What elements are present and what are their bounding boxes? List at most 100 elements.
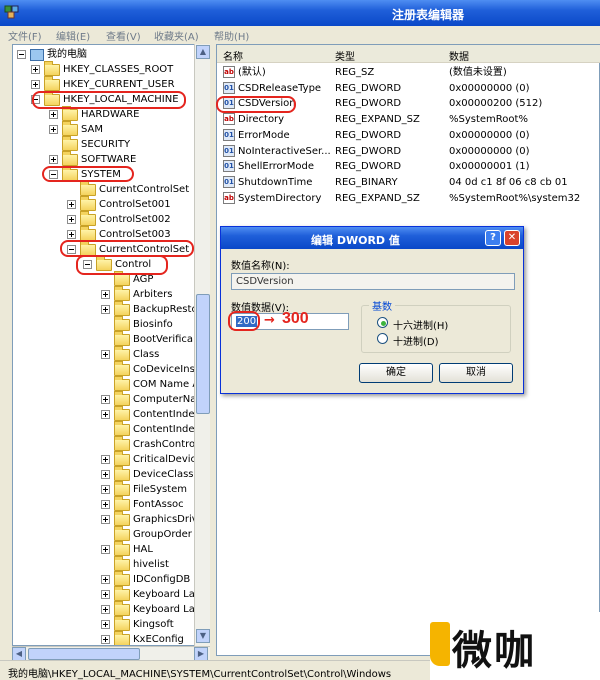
tree-vertical-scrollbar[interactable]: ▲ ▼ <box>194 44 210 646</box>
expand-icon[interactable] <box>31 80 40 89</box>
tree-item[interactable]: Arbiters <box>101 285 172 302</box>
tree-item[interactable]: KxEConfig <box>101 630 184 645</box>
tree-item-label: ContentInde <box>133 409 195 420</box>
tree-item-label: IDConfigDB <box>133 574 191 585</box>
value-row[interactable]: 01 ShellErrorMode REG_DWORD 0x00000001 (1) <box>217 159 600 175</box>
expand-icon[interactable] <box>101 470 110 479</box>
expand-icon[interactable] <box>67 200 76 209</box>
folder-icon <box>62 150 78 166</box>
horizontal-scroll-thumb[interactable] <box>28 648 140 660</box>
expand-icon[interactable] <box>101 410 110 419</box>
string-value-icon: ab <box>223 191 235 204</box>
ok-button[interactable]: 确定 <box>359 363 433 383</box>
tree-item[interactable]: Class <box>101 345 159 362</box>
menu-edit[interactable]: 编辑(E) <box>56 28 90 43</box>
tree-item-label: HAL <box>133 544 153 555</box>
value-type: REG_DWORD <box>335 145 402 157</box>
value-data: %SystemRoot%\system32 <box>449 192 581 204</box>
expand-icon[interactable] <box>49 125 58 134</box>
value-row[interactable]: 01 CSDReleaseType REG_DWORD 0x00000000 (0) <box>217 81 600 97</box>
value-row[interactable]: 01 ErrorMode REG_DWORD 0x00000000 (0) <box>217 128 600 144</box>
expand-icon[interactable] <box>31 65 40 74</box>
expand-icon[interactable] <box>67 215 76 224</box>
tree-item[interactable]: HAL <box>101 540 153 557</box>
folder-icon <box>80 225 96 241</box>
scroll-thumb[interactable] <box>196 294 210 414</box>
tree-item-label: KxEConfig <box>133 634 184 645</box>
expand-icon[interactable] <box>101 290 110 299</box>
expand-icon[interactable] <box>101 635 110 644</box>
expand-icon[interactable] <box>101 485 110 494</box>
tree-horizontal-scrollbar[interactable]: ◀ ▶ <box>12 646 210 661</box>
help-icon[interactable]: ? <box>485 230 501 246</box>
expand-icon[interactable] <box>101 575 110 584</box>
column-header-data[interactable]: 数据 <box>449 48 469 63</box>
expand-icon[interactable] <box>101 305 110 314</box>
value-row[interactable]: ab SystemDirectory REG_EXPAND_SZ %SystemRoo… <box>217 191 600 207</box>
value-name-cell: ab SystemDirectory <box>223 191 321 207</box>
value-row[interactable]: ab Directory REG_EXPAND_SZ %SystemRoot% <box>217 112 600 128</box>
highlight-control <box>76 255 168 275</box>
tree-item-label: ControlSet002 <box>99 214 171 225</box>
folder-icon <box>114 540 130 556</box>
hex-radio-label[interactable]: 十六进制(H) <box>393 317 448 332</box>
expand-icon[interactable] <box>49 110 58 119</box>
value-type: REG_DWORD <box>335 82 402 94</box>
scroll-up-button[interactable]: ▲ <box>196 45 210 59</box>
folder-icon <box>114 375 130 391</box>
expand-icon[interactable] <box>101 545 110 554</box>
expand-icon[interactable] <box>101 605 110 614</box>
menu-file[interactable]: 文件(F) <box>8 28 42 43</box>
collapse-icon[interactable] <box>17 50 26 59</box>
tree-item-label: HARDWARE <box>81 109 140 120</box>
expand-icon[interactable] <box>101 455 110 464</box>
title-bar[interactable]: 注册表编辑器 <box>0 0 600 26</box>
tree-item-label: Biosinfo <box>133 319 173 330</box>
decimal-radio-label[interactable]: 十进制(D) <box>393 333 439 348</box>
folder-icon <box>80 210 96 226</box>
folder-icon <box>114 615 130 631</box>
column-header-name[interactable]: 名称 <box>223 48 243 63</box>
dialog-title: 编辑 DWORD 值 <box>311 234 400 247</box>
cancel-button[interactable]: 取消 <box>439 363 513 383</box>
scroll-left-button[interactable]: ◀ <box>12 647 26 661</box>
base-group-title: 基数 <box>369 298 395 313</box>
expand-icon[interactable] <box>101 590 110 599</box>
expand-icon[interactable] <box>101 620 110 629</box>
hex-radio[interactable] <box>377 317 388 328</box>
registry-tree[interactable]: 我的电脑 HKEY_CLASSES_ROOT HKEY_CURRENT_USER HK… <box>12 44 210 646</box>
scroll-right-button[interactable]: ▶ <box>194 647 208 661</box>
scroll-down-button[interactable]: ▼ <box>196 629 210 643</box>
expand-icon[interactable] <box>101 515 110 524</box>
tree-item[interactable]: SAM <box>49 120 103 137</box>
highlight-data-value <box>228 311 260 331</box>
value-name-cell: 01 CSDReleaseType <box>223 81 321 97</box>
menu-help[interactable]: 帮助(H) <box>214 28 249 43</box>
menu-favorites[interactable]: 收藏夹(A) <box>154 28 199 43</box>
expand-icon[interactable] <box>49 155 58 164</box>
folder-icon <box>114 300 130 316</box>
folder-icon <box>114 525 130 541</box>
expand-icon[interactable] <box>101 500 110 509</box>
folder-icon <box>114 285 130 301</box>
menu-view[interactable]: 查看(V) <box>106 28 141 43</box>
menu-bar: 文件(F) 编辑(E) 查看(V) 收藏夹(A) 帮助(H) <box>0 26 600 44</box>
dialog-title-bar[interactable]: 编辑 DWORD 值 ? ✕ <box>221 227 523 249</box>
decimal-radio[interactable] <box>377 333 388 344</box>
folder-icon <box>80 195 96 211</box>
value-row[interactable]: 01 ShutdownTime REG_BINARY 04 0d c1 8f 06 c… <box>217 175 600 191</box>
expand-icon[interactable] <box>101 350 110 359</box>
tree-item[interactable]: Kingsoft <box>101 615 174 632</box>
expand-icon[interactable] <box>101 395 110 404</box>
value-type: REG_EXPAND_SZ <box>335 114 420 126</box>
highlight-csdversion <box>216 96 296 113</box>
value-row[interactable]: 01 NoInteractiveSer... REG_DWORD 0x00000000… <box>217 144 600 160</box>
folder-icon <box>114 390 130 406</box>
value-row[interactable]: ab (默认) REG_SZ (数值未设置) <box>217 65 600 81</box>
expand-icon[interactable] <box>67 230 76 239</box>
tree-item[interactable]: hivelist <box>101 555 169 572</box>
column-header-type[interactable]: 类型 <box>335 48 355 63</box>
close-icon[interactable]: ✕ <box>504 230 520 246</box>
tree-item[interactable]: Biosinfo <box>101 315 173 332</box>
value-data: 0x00000001 (1) <box>449 161 530 173</box>
